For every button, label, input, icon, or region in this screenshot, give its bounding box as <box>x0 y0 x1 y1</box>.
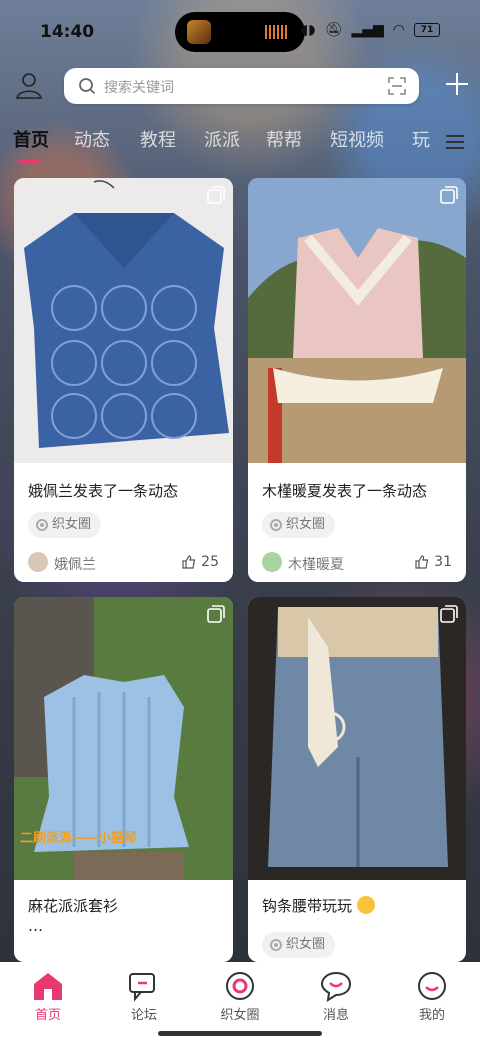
nav-forum-label: 论坛 <box>130 1008 157 1023</box>
circle-tag-icon <box>270 519 282 531</box>
post-title: 钩条腰带玩玩 <box>262 895 375 916</box>
scan-icon[interactable] <box>387 76 407 96</box>
nav-me[interactable]: 我的 <box>392 970 472 1023</box>
tab-paipai[interactable]: 派派 <box>204 126 240 152</box>
like-button[interactable]: 31 <box>415 554 452 570</box>
author-name[interactable]: 娥佩兰 <box>54 554 96 574</box>
post-title-text: 钩条腰带玩玩 <box>262 897 353 915</box>
circle-tag[interactable]: 织女圈 <box>262 932 336 958</box>
circle-tag-label: 织女圈 <box>52 517 92 532</box>
multi-image-icon <box>440 186 458 204</box>
grin-emoji-icon <box>356 896 375 914</box>
like-button[interactable]: 25 <box>182 554 219 570</box>
post-title: 娥佩兰发表了一条动态 <box>28 482 179 500</box>
circle-tag[interactable]: 织女圈 <box>28 512 102 538</box>
nav-circle-label: 织女圈 <box>220 1008 260 1023</box>
home-indicator <box>158 1031 322 1036</box>
battery-icon: 71 <box>414 23 440 37</box>
audio-wave-icon <box>265 25 287 39</box>
circle-tag-icon <box>270 939 282 951</box>
tab-tutorial[interactable]: 教程 <box>140 126 176 152</box>
post-card[interactable]: 木槿暖夏发表了一条动态 织女圈 木槿暖夏 31 <box>248 178 466 582</box>
circle-icon <box>226 972 254 1000</box>
circle-tag-icon <box>36 519 48 531</box>
tab-home[interactable]: 首页 <box>13 126 49 152</box>
tab-help[interactable]: 帮帮 <box>266 126 302 152</box>
like-count: 25 <box>201 554 219 570</box>
avatar[interactable] <box>28 552 48 572</box>
multi-image-icon <box>207 605 225 623</box>
status-icons: ◖◗ 🔕︎ ▂▄▆ ◠ 71 <box>301 22 440 38</box>
earbuds-icon: ◖◗ <box>300 22 316 38</box>
menu-icon[interactable] <box>444 132 466 152</box>
search-input[interactable]: 搜索关键词 <box>104 77 174 97</box>
post-image <box>14 178 233 463</box>
like-count: 31 <box>434 554 452 570</box>
post-excerpt: … <box>28 917 43 935</box>
multi-image-icon <box>440 605 458 623</box>
circle-tag[interactable]: 织女圈 <box>262 512 336 538</box>
post-title: 木槿暖夏发表了一条动态 <box>262 482 428 500</box>
tab-short-video[interactable]: 短视频 <box>330 126 384 152</box>
active-tab-indicator <box>18 160 40 163</box>
nav-home[interactable]: 首页 <box>8 970 88 1023</box>
status-bar: 14:40 ◖◗ 🔕︎ ▂▄▆ ◠ 71 <box>0 0 480 60</box>
post-card[interactable]: 二刷派派——小猫琴 麻花派派套衫 … <box>14 597 233 962</box>
tab-play[interactable]: 玩 <box>412 126 430 152</box>
post-card[interactable]: 钩条腰带玩玩 织女圈 <box>248 597 466 962</box>
category-tabs: 首页 动态 教程 派派 帮帮 短视频 玩 <box>0 126 480 166</box>
status-time: 14:40 <box>40 22 95 42</box>
forum-icon <box>129 973 155 1002</box>
nav-circle[interactable]: 织女圈 <box>200 970 280 1023</box>
nav-me-label: 我的 <box>418 1008 445 1023</box>
circle-tag-label: 织女圈 <box>286 517 326 532</box>
post-image <box>248 178 466 463</box>
message-icon <box>320 971 352 1002</box>
thumbs-up-icon <box>182 555 196 569</box>
nav-forum[interactable]: 论坛 <box>104 970 184 1023</box>
nav-messages-label: 消息 <box>322 1008 349 1023</box>
wifi-icon: ◠ <box>392 22 405 38</box>
nav-home-label: 首页 <box>34 1008 61 1023</box>
multi-image-icon <box>207 186 225 204</box>
user-profile-icon[interactable] <box>14 70 44 100</box>
music-thumbnail <box>187 20 211 44</box>
post-image <box>248 597 466 880</box>
image-overlay-text: 二刷派派——小猫琴 <box>20 831 138 846</box>
circle-tag-label: 织女圈 <box>286 937 326 952</box>
thumbs-up-icon <box>415 555 429 569</box>
mute-icon: 🔕︎ <box>324 22 343 38</box>
author-name[interactable]: 木槿暖夏 <box>288 554 344 574</box>
dynamic-island[interactable] <box>175 12 305 52</box>
home-icon <box>34 973 62 1000</box>
search-icon <box>79 78 96 95</box>
profile-icon <box>418 972 446 1000</box>
post-title: 麻花派派套衫 <box>28 897 119 915</box>
search-bar[interactable]: 搜索关键词 <box>64 68 419 104</box>
tab-dynamic[interactable]: 动态 <box>74 126 110 152</box>
top-header: 搜索关键词 <box>0 68 480 108</box>
avatar[interactable] <box>262 552 282 572</box>
signal-icon: ▂▄▆ <box>351 22 384 38</box>
nav-messages[interactable]: 消息 <box>296 970 376 1023</box>
add-icon[interactable] <box>443 70 471 98</box>
post-card[interactable]: 娥佩兰发表了一条动态 织女圈 娥佩兰 25 <box>14 178 233 582</box>
